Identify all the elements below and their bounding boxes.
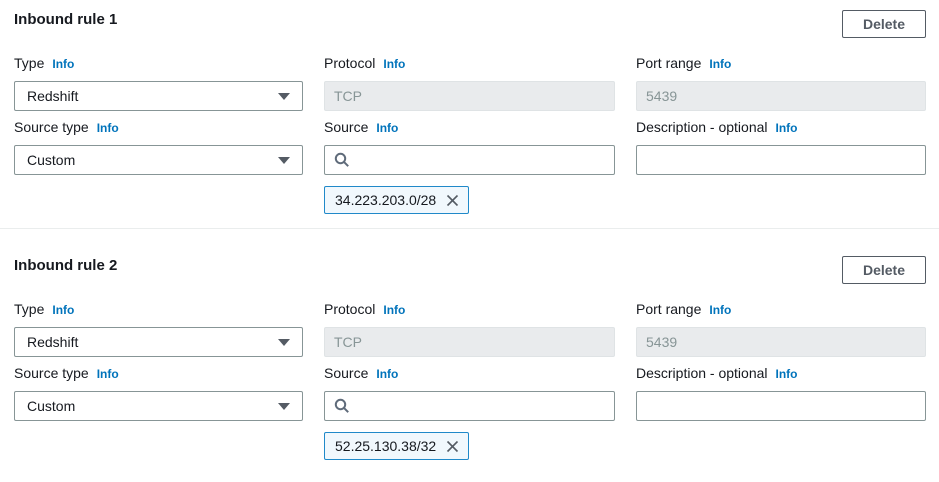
source-type-select-value: Custom bbox=[27, 398, 75, 414]
type-info-link[interactable]: Info bbox=[52, 57, 74, 71]
description-label: Description - optionalInfo bbox=[636, 364, 926, 382]
protocol-input bbox=[324, 81, 615, 111]
type-info-link[interactable]: Info bbox=[52, 303, 74, 317]
source-token: 34.223.203.0/28 bbox=[324, 186, 469, 214]
source-type-label: Source typeInfo bbox=[14, 118, 303, 136]
source-type-label: Source typeInfo bbox=[14, 364, 303, 382]
rule-fields-grid: TypeInfo Redshift Source typeInfo Custom bbox=[14, 54, 926, 214]
rule-header: Inbound rule 1 Delete bbox=[14, 8, 926, 38]
type-select-value: Redshift bbox=[27, 88, 78, 104]
description-label: Description - optionalInfo bbox=[636, 118, 926, 136]
rule-fields-grid: TypeInfo Redshift Source typeInfo Custom bbox=[14, 300, 926, 460]
rule-title: Inbound rule 2 bbox=[14, 256, 117, 276]
description-input[interactable] bbox=[636, 145, 926, 175]
caret-down-icon bbox=[278, 403, 290, 410]
protocol-label: ProtocolInfo bbox=[324, 300, 615, 318]
token-dismiss-button[interactable] bbox=[445, 439, 460, 454]
caret-down-icon bbox=[278, 93, 290, 100]
type-select-value: Redshift bbox=[27, 334, 78, 350]
type-select[interactable]: Redshift bbox=[14, 81, 303, 111]
source-search-input[interactable] bbox=[324, 391, 615, 421]
close-icon bbox=[445, 193, 460, 208]
protocol-input bbox=[324, 327, 615, 357]
port-range-label: Port rangeInfo bbox=[636, 300, 926, 318]
source-token-value: 52.25.130.38/32 bbox=[335, 438, 436, 454]
protocol-label: ProtocolInfo bbox=[324, 54, 615, 72]
type-label: TypeInfo bbox=[14, 300, 303, 318]
caret-down-icon bbox=[278, 157, 290, 164]
token-dismiss-button[interactable] bbox=[445, 193, 460, 208]
port-range-input bbox=[636, 327, 926, 357]
port-range-info-link[interactable]: Info bbox=[709, 303, 731, 317]
source-type-info-link[interactable]: Info bbox=[97, 367, 119, 381]
rule-header: Inbound rule 2 Delete bbox=[14, 254, 926, 284]
source-token-value: 34.223.203.0/28 bbox=[335, 192, 436, 208]
port-range-input bbox=[636, 81, 926, 111]
source-info-link[interactable]: Info bbox=[376, 367, 398, 381]
source-token: 52.25.130.38/32 bbox=[324, 432, 469, 460]
source-type-select[interactable]: Custom bbox=[14, 145, 303, 175]
port-range-label: Port rangeInfo bbox=[636, 54, 926, 72]
caret-down-icon bbox=[278, 339, 290, 346]
description-info-link[interactable]: Info bbox=[776, 121, 798, 135]
type-label: TypeInfo bbox=[14, 54, 303, 72]
source-label: SourceInfo bbox=[324, 364, 615, 382]
type-select[interactable]: Redshift bbox=[14, 327, 303, 357]
rule-title: Inbound rule 1 bbox=[14, 10, 117, 30]
source-info-link[interactable]: Info bbox=[376, 121, 398, 135]
close-icon bbox=[445, 439, 460, 454]
description-input[interactable] bbox=[636, 391, 926, 421]
inbound-rule-section: Inbound rule 2 Delete TypeInfo Redshift … bbox=[14, 254, 926, 460]
section-divider bbox=[0, 228, 939, 229]
delete-rule-button[interactable]: Delete bbox=[842, 256, 926, 284]
source-search-input[interactable] bbox=[324, 145, 615, 175]
delete-rule-button[interactable]: Delete bbox=[842, 10, 926, 38]
source-type-select-value: Custom bbox=[27, 152, 75, 168]
source-label: SourceInfo bbox=[324, 118, 615, 136]
source-type-info-link[interactable]: Info bbox=[97, 121, 119, 135]
protocol-info-link[interactable]: Info bbox=[383, 303, 405, 317]
protocol-info-link[interactable]: Info bbox=[383, 57, 405, 71]
inbound-rules-editor: Inbound rule 1 Delete TypeInfo Redshift … bbox=[0, 0, 939, 460]
port-range-info-link[interactable]: Info bbox=[709, 57, 731, 71]
source-type-select[interactable]: Custom bbox=[14, 391, 303, 421]
inbound-rule-section: Inbound rule 1 Delete TypeInfo Redshift … bbox=[14, 8, 926, 214]
description-info-link[interactable]: Info bbox=[776, 367, 798, 381]
